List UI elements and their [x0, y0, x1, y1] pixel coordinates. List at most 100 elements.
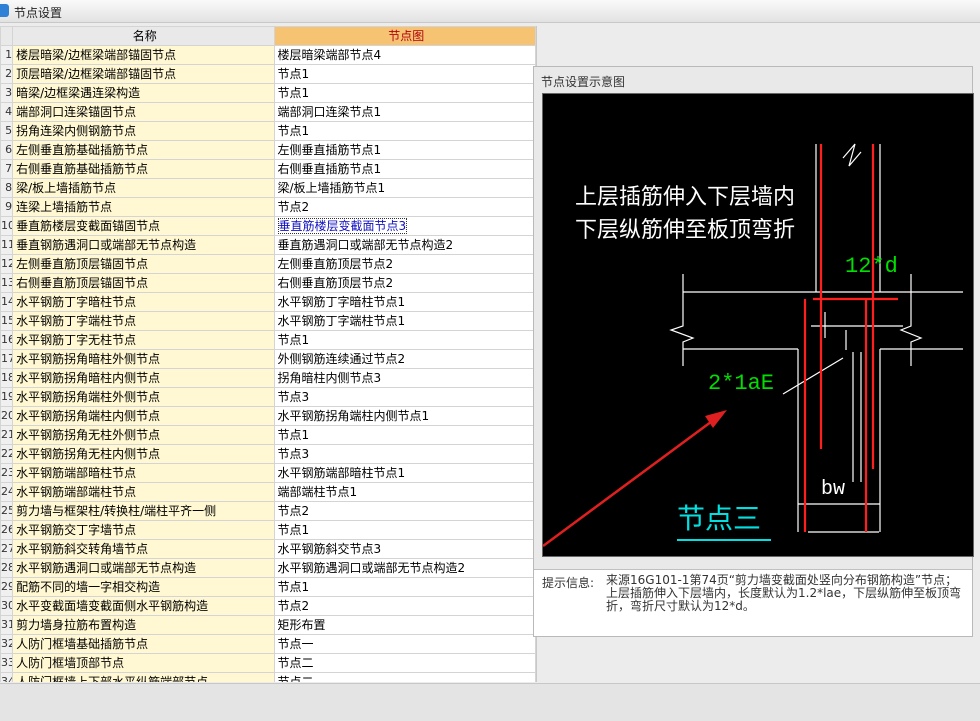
- table-row[interactable]: 18水平钢筋拐角暗柱内侧节点拐角暗柱内侧节点3: [0, 368, 536, 388]
- node-diagram-value: 节点1: [277, 580, 310, 594]
- table-row[interactable]: 3 暗梁/边框梁遇连梁构造 节点1: [0, 83, 536, 103]
- table-row[interactable]: 29配筋不同的墙一字相交构造节点1: [0, 577, 536, 597]
- node-diagram-cell[interactable]: 节点1: [273, 83, 536, 103]
- node-diagram-value: 节点3: [277, 447, 310, 461]
- table-row[interactable]: 6 左侧垂直筋基础插筋节点 左侧垂直插筋节点1: [0, 140, 536, 160]
- node-diagram-cell[interactable]: 右侧垂直筋顶层节点2: [273, 273, 536, 293]
- node-diagram-cell[interactable]: 水平钢筋丁字暗柱节点1: [273, 292, 536, 312]
- node-diagram-cell[interactable]: 水平钢筋遇洞口或端部无节点构造2: [273, 558, 536, 578]
- title-bar: 节点设置: [0, 0, 980, 23]
- node-diagram-cell[interactable]: 节点2: [273, 197, 536, 217]
- table-row[interactable]: 22水平钢筋拐角无柱内侧节点节点3: [0, 444, 536, 464]
- node-diagram-cell[interactable]: 水平钢筋斜交节点3: [273, 539, 536, 559]
- hint-label: 提示信息:: [542, 576, 595, 590]
- table-row[interactable]: 20水平钢筋拐角端柱内侧节点水平钢筋拐角端柱内侧节点1: [0, 406, 536, 426]
- node-diagram-cell[interactable]: 节点1: [273, 520, 536, 540]
- table-row[interactable]: 24水平钢筋端部端柱节点端部端柱节点1: [0, 482, 536, 502]
- node-diagram-value: 外侧钢筋连续通过节点2: [277, 352, 406, 366]
- node-diagram-cell[interactable]: 节点二: [273, 672, 536, 682]
- table-row[interactable]: 5 拐角连梁内侧钢筋节点 节点1: [0, 121, 536, 141]
- node-settings-table[interactable]: 名称 节点图 1 楼层暗梁/边框梁端部锚固节点 楼层暗梁端部节点4 2 顶层暗梁/边框梁…: [0, 26, 537, 682]
- table-row[interactable]: 12左侧垂直筋顶层锚固节点左侧垂直筋顶层节点2: [0, 254, 536, 274]
- node-name-cell: 剪力墙与框架柱/转换柱/端柱平齐一侧: [12, 501, 275, 521]
- node-name-cell: 水平钢筋拐角无柱内侧节点: [12, 444, 275, 464]
- node-name-cell: 水平钢筋丁字无柱节点: [12, 330, 275, 350]
- table-row[interactable]: 32人防门框墙基础插筋节点节点一: [0, 634, 536, 654]
- diagram-caption-line2: 下层纵筋伸至板顶弯折: [575, 218, 795, 243]
- table-row[interactable]: 7 右侧垂直筋基础插筋节点 右侧垂直插筋节点1: [0, 159, 536, 179]
- row-number: 24: [0, 482, 14, 502]
- node-diagram-cell[interactable]: 左侧垂直插筋节点1: [273, 140, 536, 160]
- node-diagram-cell[interactable]: 右侧垂直插筋节点1: [273, 159, 536, 179]
- row-number: 15: [0, 311, 14, 331]
- node-diagram-panel: 节点设置示意图 上层插筋伸入下层墙内 下层纵筋伸至板顶弯折 12*d 2*1aE…: [533, 66, 974, 637]
- node-diagram-cell[interactable]: 节点2: [273, 596, 536, 616]
- table-row[interactable]: 13右侧垂直筋顶层锚固节点右侧垂直筋顶层节点2: [0, 273, 536, 293]
- node-diagram-cell[interactable]: 节点2: [273, 501, 536, 521]
- table-row[interactable]: 30水平变截面墙变截面侧水平钢筋构造节点2: [0, 596, 536, 616]
- node-diagram-cell[interactable]: 节点1: [273, 330, 536, 350]
- table-row[interactable]: 10垂直筋楼层变截面锚固节点垂直筋楼层变截面节点3: [0, 216, 536, 236]
- table-row[interactable]: 8 梁/板上墙插筋节点 梁/板上墙插筋节点1: [0, 178, 536, 198]
- table-row[interactable]: 9 连梁上墙插筋节点 节点2: [0, 197, 536, 217]
- table-row[interactable]: 34人防门框墙上下部水平纵筋端部节点节点二: [0, 672, 536, 682]
- table-row[interactable]: 23水平钢筋端部暗柱节点水平钢筋端部暗柱节点1: [0, 463, 536, 483]
- node-column-header[interactable]: 节点图: [273, 26, 536, 46]
- row-number: 30: [0, 596, 14, 616]
- node-diagram-cell[interactable]: 端部端柱节点1: [273, 482, 536, 502]
- table-row[interactable]: 14水平钢筋丁字暗柱节点水平钢筋丁字暗柱节点1: [0, 292, 536, 312]
- table-row[interactable]: 27水平钢筋斜交转角墙节点水平钢筋斜交节点3: [0, 539, 536, 559]
- node-name-cell: 水平钢筋拐角暗柱外侧节点: [12, 349, 275, 369]
- node-diagram-cell[interactable]: 梁/板上墙插筋节点1: [273, 178, 536, 198]
- table-row[interactable]: 17水平钢筋拐角暗柱外侧节点外侧钢筋连续通过节点2: [0, 349, 536, 369]
- node-diagram-cell[interactable]: 水平钢筋丁字端柱节点1: [273, 311, 536, 331]
- table-row[interactable]: 2 顶层暗梁/边框梁端部锚固节点 节点1: [0, 64, 536, 84]
- node-name-cell: 拐角连梁内侧钢筋节点: [12, 121, 275, 141]
- row-number: 13: [0, 273, 14, 293]
- node-diagram-cell[interactable]: 节点3: [273, 444, 536, 464]
- node-diagram-cell[interactable]: 矩形布置: [273, 615, 536, 635]
- node-diagram-cell[interactable]: 水平钢筋拐角端柱内侧节点1: [273, 406, 536, 426]
- table-row[interactable]: 15水平钢筋丁字端柱节点水平钢筋丁字端柱节点1: [0, 311, 536, 331]
- table-row[interactable]: 25剪力墙与框架柱/转换柱/端柱平齐一侧节点2: [0, 501, 536, 521]
- node-diagram-cell[interactable]: 节点一: [273, 634, 536, 654]
- table-row[interactable]: 28水平钢筋遇洞口或端部无节点构造水平钢筋遇洞口或端部无节点构造2: [0, 558, 536, 578]
- name-column-header[interactable]: 名称: [12, 26, 275, 46]
- node-diagram-value: 水平钢筋丁字端柱节点1: [277, 314, 406, 328]
- node-diagram-cell[interactable]: 外侧钢筋连续通过节点2: [273, 349, 536, 369]
- node-diagram-cell[interactable]: 端部洞口连梁节点1: [273, 102, 536, 122]
- node-name-cell: 配筋不同的墙一字相交构造: [12, 577, 275, 597]
- node-diagram-cell[interactable]: 节点1: [273, 121, 536, 141]
- node-name-cell: 右侧垂直筋基础插筋节点: [12, 159, 275, 179]
- node-diagram-cell[interactable]: 垂直筋楼层变截面节点3: [273, 216, 536, 236]
- node-diagram-cell[interactable]: 拐角暗柱内侧节点3: [273, 368, 536, 388]
- node-diagram-cell[interactable]: 垂直筋遇洞口或端部无节点构造2: [273, 235, 536, 255]
- table-row[interactable]: 19水平钢筋拐角端柱外侧节点节点3: [0, 387, 536, 407]
- node-diagram-value: 节点1: [277, 67, 310, 81]
- table-row[interactable]: 16水平钢筋丁字无柱节点节点1: [0, 330, 536, 350]
- hint-text: 来源16G101-1第74页“剪力墙变截面处竖向分布钢筋构造”节点；上层插筋伸入…: [606, 573, 962, 613]
- window-title: 节点设置: [14, 6, 63, 20]
- node-diagram-value: 节点一: [277, 637, 314, 651]
- node-diagram-value: 节点1: [277, 428, 310, 442]
- node-diagram-cell[interactable]: 水平钢筋端部暗柱节点1: [273, 463, 536, 483]
- node-diagram-value: 梁/板上墙插筋节点1: [277, 181, 386, 195]
- table-row[interactable]: 26水平钢筋交丁字墙节点节点1: [0, 520, 536, 540]
- node-diagram-value: 水平钢筋丁字暗柱节点1: [277, 295, 406, 309]
- table-row[interactable]: 33人防门框墙顶部节点节点二: [0, 653, 536, 673]
- node-diagram-cell[interactable]: 楼层暗梁端部节点4: [273, 45, 536, 65]
- table-row[interactable]: 31剪力墙身拉筋布置构造矩形布置: [0, 615, 536, 635]
- node-diagram-cell[interactable]: 节点1: [273, 577, 536, 597]
- table-row[interactable]: 1 楼层暗梁/边框梁端部锚固节点 楼层暗梁端部节点4: [0, 45, 536, 65]
- node-diagram-cell[interactable]: 节点3: [273, 387, 536, 407]
- row-number-header: [0, 26, 14, 46]
- table-row[interactable]: 4 端部洞口连梁锚固节点 端部洞口连梁节点1: [0, 102, 536, 122]
- node-diagram-cell[interactable]: 左侧垂直筋顶层节点2: [273, 254, 536, 274]
- node-diagram-cell[interactable]: 节点1: [273, 425, 536, 445]
- table-row[interactable]: 21水平钢筋拐角无柱外侧节点节点1: [0, 425, 536, 445]
- node-diagram-cell[interactable]: 节点二: [273, 653, 536, 673]
- node-diagram-value: 水平钢筋斜交节点3: [277, 542, 382, 556]
- table-row[interactable]: 11垂直钢筋遇洞口或端部无节点构造垂直筋遇洞口或端部无节点构造2: [0, 235, 536, 255]
- row-number: 7: [0, 159, 14, 179]
- node-diagram-cell[interactable]: 节点1: [273, 64, 536, 84]
